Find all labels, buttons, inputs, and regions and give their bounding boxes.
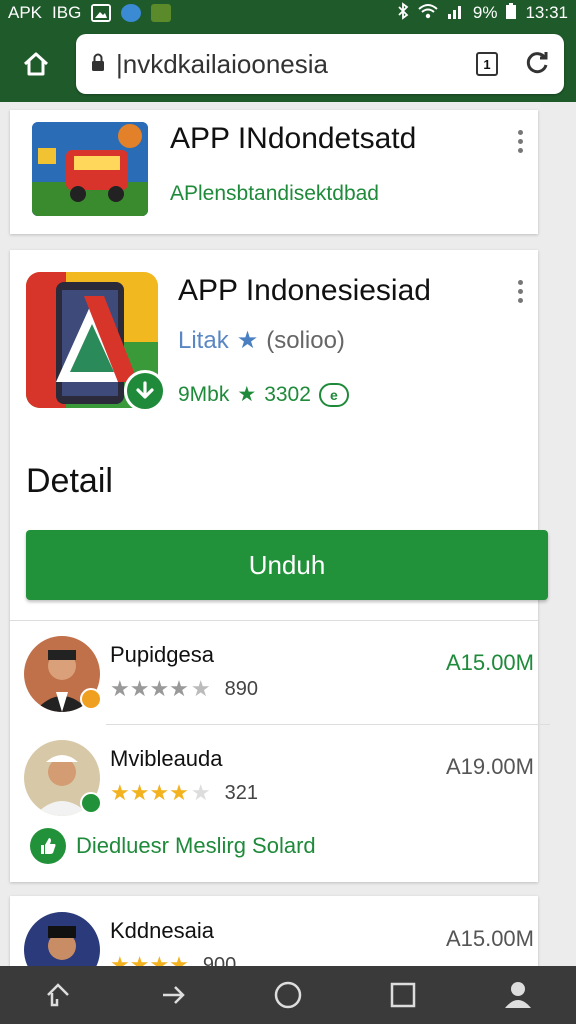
arrow-right-icon [162,986,185,1004]
app-rating: Litak ★ (solioo) [178,326,345,355]
detail-heading: Detail [26,462,113,500]
shield-icon [121,4,142,22]
thumbs-up-icon [30,828,66,864]
app-meta: 9Mbk ★ 3302 e [178,382,349,407]
star-icon: ★ [236,327,259,354]
battery-percent: 9% [472,3,498,22]
star-icon: ★ [237,383,257,406]
app-title: APP Indonesiesiad [178,274,431,307]
tab-switcher-button[interactable]: 1 [476,52,498,76]
recents-button[interactable] [383,975,423,1015]
url-bar[interactable]: |nvkdkailaioonesia 1 [76,34,564,94]
review-name: Pupidgesa [110,642,214,667]
person-icon [505,982,532,1008]
app-size: 9Mbk [178,382,230,406]
back-home-button[interactable] [38,975,78,1015]
app-downloads: 3302 [264,382,311,406]
list-card: Kddnesaia ★★★★ 900 A15.00M [10,896,538,988]
featured-label: Diedluesr Meslirg Solard [76,833,316,858]
review-name: Mvibleauda [110,746,223,771]
more-options-icon[interactable] [516,280,524,303]
list-item[interactable]: Pupidgesa ★★★★ ★ 890 A15.00M [24,636,534,726]
content-rating-badge: e [318,382,349,407]
browser-toolbar: |nvkdkailaioonesia 1 [0,26,576,102]
status-app-label-2: IBG [52,3,82,22]
lock-icon [90,52,106,77]
rating-count: (solioo) [266,326,345,354]
wifi-icon [417,2,439,25]
app-detail-card: APP Indonesiesiad Litak ★ (solioo) 9Mbk … [10,250,550,882]
review-name: Kddnesaia [110,918,214,943]
profile-button[interactable] [498,975,538,1015]
review-count: 321 [224,781,258,804]
review-count: 890 [224,677,258,700]
promo-thumbnail [32,122,148,216]
bluetooth-icon [397,1,409,25]
price: A19.00M [445,754,534,779]
promo-card[interactable]: APP INdondetsatd APlensbtandisektdbad [10,110,538,234]
promo-title: APP INdondetsatd [170,122,417,155]
home-button[interactable] [268,975,308,1015]
review-stars: ★★★★ ★ 321 [110,780,258,805]
verified-badge-icon [80,792,102,814]
signal-icon [447,2,465,25]
system-nav-bar [0,966,576,1024]
clock: 13:31 [525,3,568,22]
divider [10,620,538,621]
app-notification-icon [151,4,172,22]
featured-link[interactable]: Diedluesr Meslirg Solard [30,828,316,864]
home-icon [23,52,49,76]
rating-text: Litak [178,326,229,354]
install-button[interactable]: Unduh [26,530,548,600]
circle-icon [274,981,302,1009]
verified-badge-icon [80,688,102,710]
price: A15.00M [445,650,534,675]
home-outline-icon [46,983,69,1007]
refresh-icon[interactable] [524,49,550,80]
url-text[interactable]: |nvkdkailaioonesia [116,49,476,80]
gallery-icon [91,4,112,22]
status-app-label: APK [8,3,43,22]
list-item[interactable]: Mvibleauda ★★★★ ★ 321 A19.00M [24,740,534,830]
status-bar: APK IBG 9% 13:31 [0,0,576,26]
price: A15.00M [445,926,534,951]
home-button[interactable] [10,38,62,90]
more-options-icon[interactable] [516,130,524,153]
square-icon [390,982,416,1008]
download-icon[interactable] [124,370,166,412]
divider [106,724,550,725]
battery-icon [505,2,517,25]
forward-button[interactable] [153,975,193,1015]
promo-subtitle: APlensbtandisektdbad [170,182,379,205]
review-stars: ★★★★ ★ 890 [110,676,258,701]
